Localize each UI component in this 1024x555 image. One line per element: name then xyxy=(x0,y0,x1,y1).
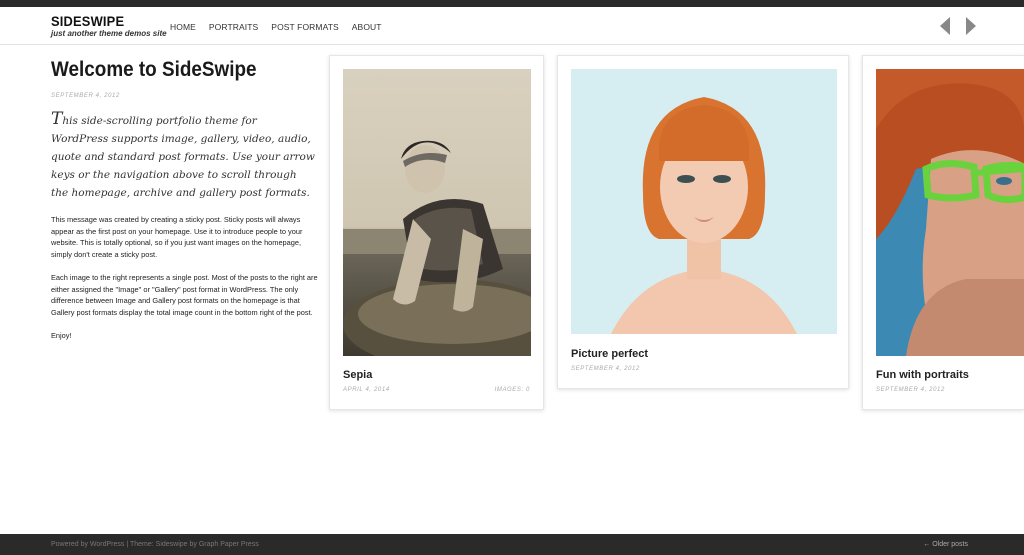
post-paragraph: Each image to the right represents a sin… xyxy=(51,273,318,317)
triangle-right-icon[interactable] xyxy=(964,16,978,36)
post-thumbnail[interactable] xyxy=(343,69,531,356)
post-date: SEPTEMBER 4, 2012 xyxy=(51,93,120,99)
nav-item-post-formats[interactable]: POST FORMATS xyxy=(271,22,338,32)
post-title[interactable]: Picture perfect xyxy=(571,348,648,360)
site-title[interactable]: SIDESWIPE xyxy=(51,13,157,29)
post-lead: This side-scrolling portfolio theme for … xyxy=(51,110,316,202)
post-lead-text: his side-scrolling portfolio theme for W… xyxy=(51,115,315,199)
post-date: SEPTEMBER 4, 2012 xyxy=(876,387,945,393)
post-date: APRIL 4, 2014 xyxy=(343,387,390,393)
site-header: SIDESWIPE just another theme demos site … xyxy=(0,7,1024,45)
pager-arrows xyxy=(938,16,978,36)
post-title[interactable]: Sepia xyxy=(343,369,372,381)
sticky-post: Welcome to SideSwipe SEPTEMBER 4, 2012 T… xyxy=(51,58,321,342)
post-title[interactable]: Welcome to SideSwipe xyxy=(51,58,294,82)
post-card-sepia[interactable]: Sepia APRIL 4, 2014 IMAGES: 0 xyxy=(329,55,544,410)
nav-item-home[interactable]: HOME xyxy=(170,22,196,32)
post-thumbnail[interactable] xyxy=(876,69,1024,356)
post-title[interactable]: Fun with portraits xyxy=(876,369,969,381)
main-nav: HOME PORTRAITS POST FORMATS ABOUT xyxy=(170,22,382,32)
image-count: IMAGES: 0 xyxy=(494,387,530,393)
top-bar xyxy=(0,0,1024,7)
drop-cap: T xyxy=(51,109,63,129)
post-thumbnail[interactable] xyxy=(571,69,837,334)
nav-item-about[interactable]: ABOUT xyxy=(352,22,382,32)
site-logo[interactable]: SIDESWIPE just another theme demos site xyxy=(51,13,167,38)
triangle-left-icon[interactable] xyxy=(938,16,952,36)
site-tagline: just another theme demos site xyxy=(51,29,167,38)
post-paragraph: This message was created by creating a s… xyxy=(51,215,303,259)
nav-item-portraits[interactable]: PORTRAITS xyxy=(209,22,258,32)
post-date: SEPTEMBER 4, 2012 xyxy=(571,366,640,372)
post-card-fun-with-portraits[interactable]: Fun with portraits SEPTEMBER 4, 2012 xyxy=(862,55,1024,410)
post-card-picture-perfect[interactable]: Picture perfect SEPTEMBER 4, 2012 xyxy=(557,55,849,389)
footer-credit[interactable]: Powered by WordPress | Theme: Sideswipe … xyxy=(51,541,259,548)
post-paragraph: Enjoy! xyxy=(51,331,72,340)
older-posts-link[interactable]: ← Older posts xyxy=(923,541,968,548)
site-footer: Powered by WordPress | Theme: Sideswipe … xyxy=(0,534,1024,555)
